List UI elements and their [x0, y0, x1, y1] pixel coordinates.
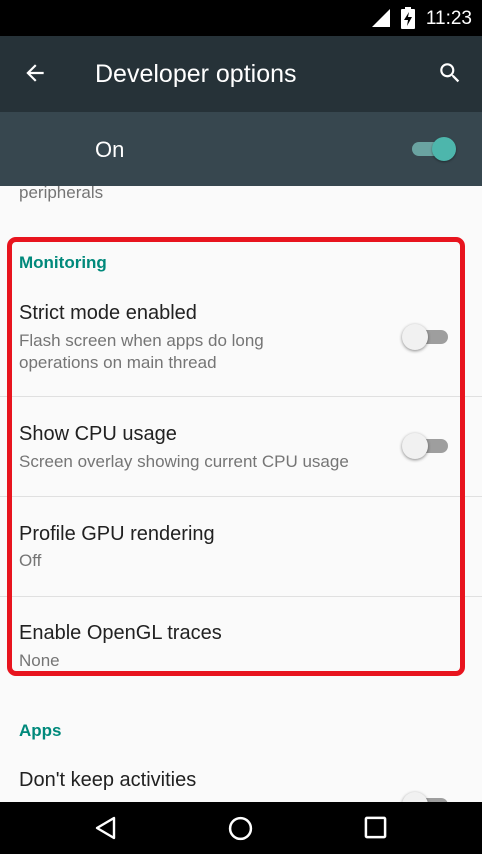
switch-thumb — [432, 137, 456, 161]
partial-list-item-text: peripherals — [19, 186, 104, 202]
pref-title: Profile GPU rendering — [19, 523, 215, 545]
search-icon[interactable] — [437, 60, 463, 91]
master-switch-label: On — [95, 137, 125, 162]
back-arrow-icon[interactable] — [22, 60, 48, 91]
pref-profile-gpu-rendering[interactable]: Profile GPU rendering Off — [0, 497, 482, 596]
switch-thumb — [402, 433, 428, 459]
strict-mode-toggle-switch[interactable] — [402, 324, 452, 350]
pref-title: Don't keep activities — [19, 769, 197, 791]
pref-summary-line2: operations on main thread — [19, 353, 217, 372]
switch-thumb — [402, 792, 428, 802]
pref-strict-mode[interactable]: Strict mode enabled Flash screen when ap… — [0, 286, 482, 396]
section-header-monitoring: Monitoring — [19, 253, 107, 272]
pref-summary: Flash screen when apps do long — [19, 331, 264, 350]
pref-title: Enable OpenGL traces — [19, 622, 222, 644]
pref-enable-opengl-traces[interactable]: Enable OpenGL traces None — [0, 597, 482, 677]
pref-summary: Screen overlay showing current CPU usage — [19, 452, 349, 471]
nav-recents-icon[interactable] — [364, 816, 387, 844]
master-toggle-switch[interactable] — [410, 137, 458, 161]
status-clock: 11:23 — [425, 8, 472, 29]
battery-charging-icon — [401, 7, 415, 34]
pref-summary: None — [19, 651, 60, 670]
nav-back-icon[interactable] — [94, 816, 118, 845]
page-title: Developer options — [95, 60, 297, 88]
master-switch-bar[interactable]: On — [0, 112, 482, 186]
pref-title: Show CPU usage — [19, 423, 177, 445]
nav-home-icon[interactable] — [228, 816, 253, 846]
section-header-apps: Apps — [19, 721, 62, 740]
settings-list[interactable]: peripherals Monitoring Strict mode enabl… — [0, 186, 482, 802]
pref-summary: Off — [19, 551, 42, 570]
dont-keep-activities-toggle-switch[interactable] — [402, 792, 452, 802]
switch-thumb — [402, 324, 428, 350]
status-bar: 11:23 — [0, 0, 482, 36]
signal-icon — [372, 9, 392, 32]
app-bar: Developer options — [0, 36, 482, 112]
pref-title: Strict mode enabled — [19, 302, 197, 324]
navigation-bar — [0, 802, 482, 854]
cpu-usage-toggle-switch[interactable] — [402, 433, 452, 459]
pref-dont-keep-activities[interactable]: Don't keep activities — [0, 754, 482, 802]
pref-show-cpu-usage[interactable]: Show CPU usage Screen overlay showing cu… — [0, 397, 482, 496]
